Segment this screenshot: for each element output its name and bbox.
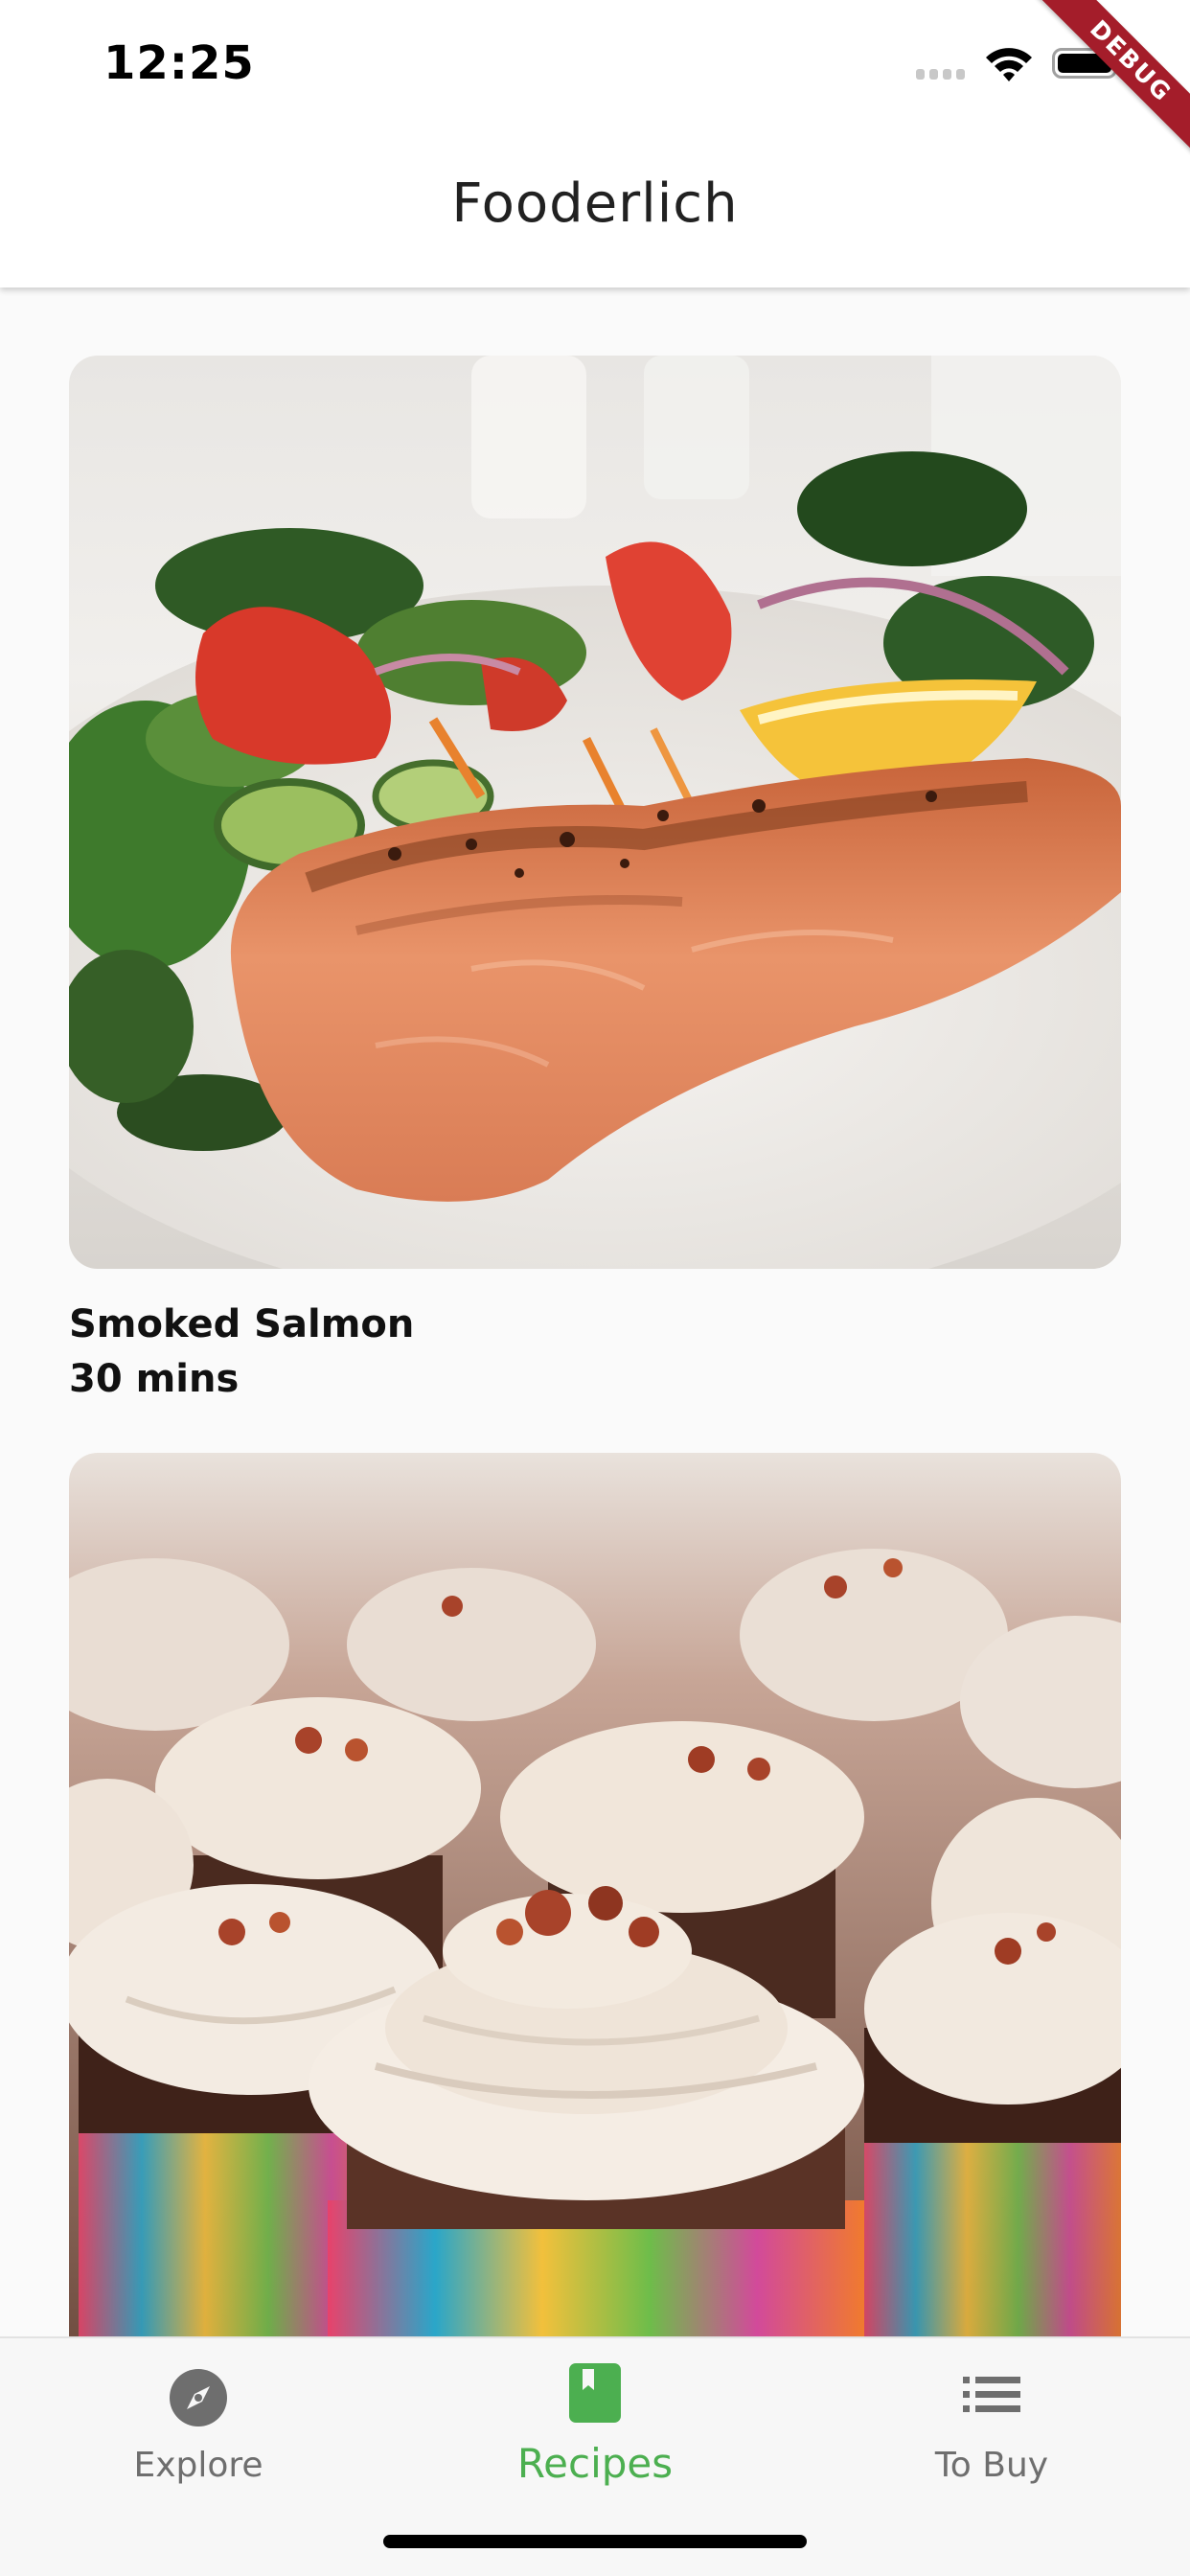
salmon-dish-image[interactable] [69,356,1121,1269]
recipe-title: Smoked Salmon [69,1302,415,1346]
nav-item-explore[interactable]: Explore [0,2338,397,2520]
page-title: Fooderlich [451,172,739,235]
recipe-duration: 30 mins [69,1357,240,1401]
cupcakes-image[interactable] [69,1453,1121,2336]
recipe-card[interactable] [69,1453,1121,2336]
home-indicator[interactable] [383,2535,807,2548]
battery-icon [1052,48,1123,79]
book-icon [569,2363,621,2423]
nav-item-to-buy[interactable]: To Buy [793,2338,1190,2520]
status-time: 12:25 [103,36,255,90]
compass-icon [170,2369,227,2426]
app-bar: Fooderlich [0,134,1190,288]
recipe-list[interactable]: Smoked Salmon 30 mins [0,288,1190,2336]
nav-item-recipes[interactable]: Recipes [397,2338,793,2520]
nav-label-to-buy: To Buy [934,2446,1049,2485]
nav-label-recipes: Recipes [516,2440,674,2487]
screen: 12:25 DEBUG Fooderlich Smoked Salmon 30 … [0,0,1190,2576]
wifi-icon [986,48,1032,81]
recipe-card[interactable]: Smoked Salmon 30 mins [69,356,1121,1407]
nav-label-explore: Explore [133,2446,263,2485]
list-icon [963,2377,1020,2412]
signal-bars-icon [916,69,965,80]
status-bar: 12:25 [0,0,1190,134]
